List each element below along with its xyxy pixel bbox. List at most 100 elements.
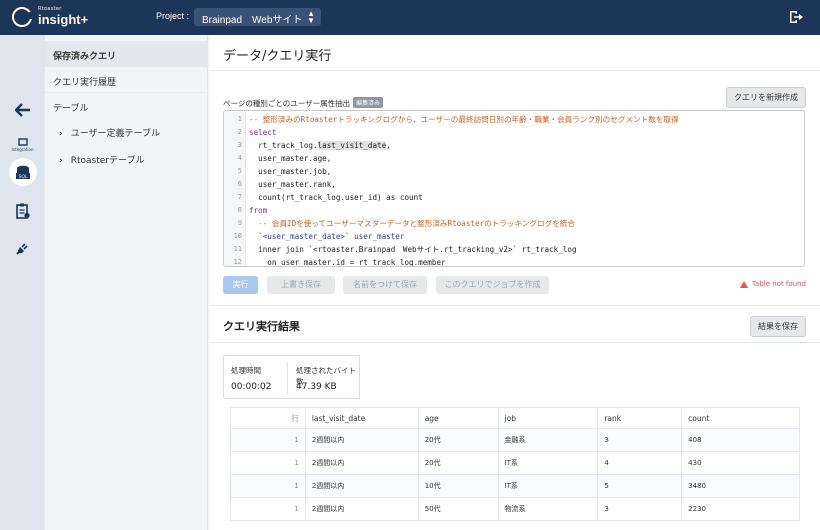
query-name-text: ページの種別ごとのユーザー属性抽出 <box>223 99 351 108</box>
table-cell: 3 <box>597 497 683 521</box>
table-cell: 1 <box>230 428 306 452</box>
new-query-button[interactable]: クエリを新規作成 <box>726 87 806 108</box>
warning-text: Table not found <box>751 280 806 288</box>
column-header: last_visit_date <box>304 407 419 429</box>
rail-integration[interactable]: Integration <box>0 138 45 152</box>
sidebar-item-label: ユーザー定義テーブル <box>70 129 160 139</box>
column-header: job <box>497 407 599 429</box>
column-header: 行 <box>230 407 306 429</box>
time-value: 00:00:02 <box>231 382 272 392</box>
project-select[interactable]: Brainpad Webサイト ▲ ▼ <box>194 8 321 26</box>
table-cell: 2週間以内 <box>304 451 419 475</box>
code-line: 1 -- 整形済みのRtoasterトラッキングログから、ユーザーの最終訪問日別の… <box>237 115 679 124</box>
bytes-value: 47.39 KB <box>296 382 337 392</box>
column-header: age <box>417 407 499 429</box>
table-row: 1 2週間以内 10代 IT系 5 3480 <box>230 474 800 498</box>
code-line: 9 -- 会員IDを使ってユーザーマスターデータと整形済みRtoasterのトラ… <box>237 219 576 228</box>
sidebar-item-label: テーブル <box>53 104 89 114</box>
logout-icon[interactable] <box>788 9 804 25</box>
table-cell: 20代 <box>417 451 499 475</box>
page-title: データ/クエリ実行 <box>223 49 332 64</box>
sidebar-item-history[interactable]: クエリ実行履歴 <box>45 67 208 93</box>
report-icon <box>15 203 30 219</box>
table-cell: 2週間以内 <box>304 474 419 498</box>
plug-icon <box>15 243 28 255</box>
query-name: ページの種別ごとのユーザー属性抽出 編集済み <box>223 97 384 109</box>
code-line: 7 count(rt_track_log.user_id) as count <box>237 193 423 202</box>
rail-sql[interactable]: SQL <box>0 158 45 186</box>
sql-icon-text: SQL <box>18 174 27 180</box>
code-line: 4 user_master.age, <box>237 154 332 163</box>
table-cell: 3 <box>597 428 683 452</box>
execution-stats: 処理時間 00:00:02 処理されたバイト数 47.39 KB <box>223 355 360 399</box>
table-cell: 1 <box>230 474 306 498</box>
table-cell: 10代 <box>417 474 499 498</box>
table-cell: IT系 <box>497 451 599 475</box>
sidebar-item-user-tables[interactable]: › ユーザー定義テーブル <box>59 126 160 139</box>
sidebar-item-rtoaster-tables[interactable]: › Rtoasterテーブル <box>59 153 144 166</box>
column-header: rank <box>597 407 683 429</box>
divider <box>209 305 820 306</box>
table-cell: 430 <box>681 451 800 475</box>
table-cell: 金融系 <box>497 428 599 452</box>
code-line: 11 inner join `<rtoaster.Brainpad Webサイト… <box>233 245 577 254</box>
save-as-button[interactable]: 名前をつけて保存 <box>343 276 427 294</box>
icon-rail: Integration SQL <box>0 35 45 530</box>
table-cell: 5 <box>597 474 683 498</box>
code-line: 12 on user_master.id = rt_track_log.memb… <box>233 258 446 267</box>
create-job-button[interactable]: このクエリでジョブを作成 <box>436 276 549 294</box>
select-arrows-icon: ▲ ▼ <box>307 9 315 25</box>
table-cell: 20代 <box>417 428 499 452</box>
table-cell: 1 <box>230 451 306 475</box>
chevron-right-icon: › <box>59 129 63 139</box>
code-line: 3 rt_track_log.last_visit_date, <box>237 141 391 150</box>
table-row: 1 2週間以内 20代 金融系 3 408 <box>230 428 800 452</box>
sidebar: 保存済みクエリ クエリ実行履歴 テーブル › ユーザー定義テーブル › Rtoast… <box>45 35 208 530</box>
results-title: クエリ実行結果 <box>223 320 300 333</box>
sql-editor[interactable]: 1 -- 整形済みのRtoasterトラッキングログから、ユーザーの最終訪問日別の… <box>223 110 805 267</box>
warning-icon <box>739 280 748 288</box>
table-warning: Table not found <box>739 280 806 288</box>
app-logo[interactable]: Rtoaster insight+ <box>12 7 88 27</box>
run-button[interactable]: 実行 <box>223 276 258 294</box>
integration-icon <box>17 138 28 146</box>
column-header: count <box>681 407 800 429</box>
table-row: 1 2週間以内 50代 物流系 3 2230 <box>230 497 800 521</box>
table-cell: 物流系 <box>497 497 599 521</box>
code-line: 8 from <box>237 206 268 215</box>
sidebar-item-label: 保存済みクエリ <box>53 52 117 62</box>
chevron-right-icon: › <box>59 156 63 166</box>
table-cell: 2230 <box>681 497 800 521</box>
sidebar-item-tables[interactable]: テーブル <box>45 93 208 119</box>
back-button[interactable] <box>0 103 45 117</box>
project-label: Project : <box>156 11 190 21</box>
divider <box>209 342 820 343</box>
results-table: 行 last_visit_date age job rank count 1 2… <box>230 407 800 521</box>
logo-product: insight+ <box>38 12 89 27</box>
stats-divider <box>287 362 288 394</box>
table-cell: 2週間以内 <box>304 497 419 521</box>
arrow-left-icon <box>14 103 30 117</box>
table-cell: 2週間以内 <box>304 428 419 452</box>
code-line: 6 user_master.rank, <box>237 180 336 189</box>
table-row: 1 2週間以内 20代 IT系 4 430 <box>230 451 800 475</box>
sql-icon: SQL <box>15 165 30 180</box>
selected-text: last_visit_date <box>317 141 387 150</box>
save-results-button[interactable]: 結果を保存 <box>750 316 806 337</box>
edited-badge: 編集済み <box>353 97 384 108</box>
rail-connector[interactable] <box>0 241 45 255</box>
table-cell: 1 <box>230 497 306 521</box>
sidebar-item-saved-queries[interactable]: 保存済みクエリ <box>45 41 208 67</box>
sidebar-item-label: クエリ実行履歴 <box>53 78 117 88</box>
sql-active-indicator: SQL <box>8 158 37 186</box>
rail-integration-label: Integration <box>11 147 34 152</box>
divider <box>209 70 820 71</box>
project-select-value: Brainpad Webサイト <box>202 15 303 26</box>
rail-report[interactable] <box>0 203 45 219</box>
table-header-row: 行 last_visit_date age job rank count <box>230 407 800 429</box>
main-panel: データ/クエリ実行 ページの種別ごとのユーザー属性抽出 編集済み クエリを新規作成… <box>209 35 820 530</box>
logo-mark-icon <box>12 7 33 27</box>
table-cell: 50代 <box>417 497 499 521</box>
overwrite-save-button[interactable]: 上書き保存 <box>267 276 335 294</box>
code-line: 10 `<user_master_date>` user_master <box>233 232 405 241</box>
